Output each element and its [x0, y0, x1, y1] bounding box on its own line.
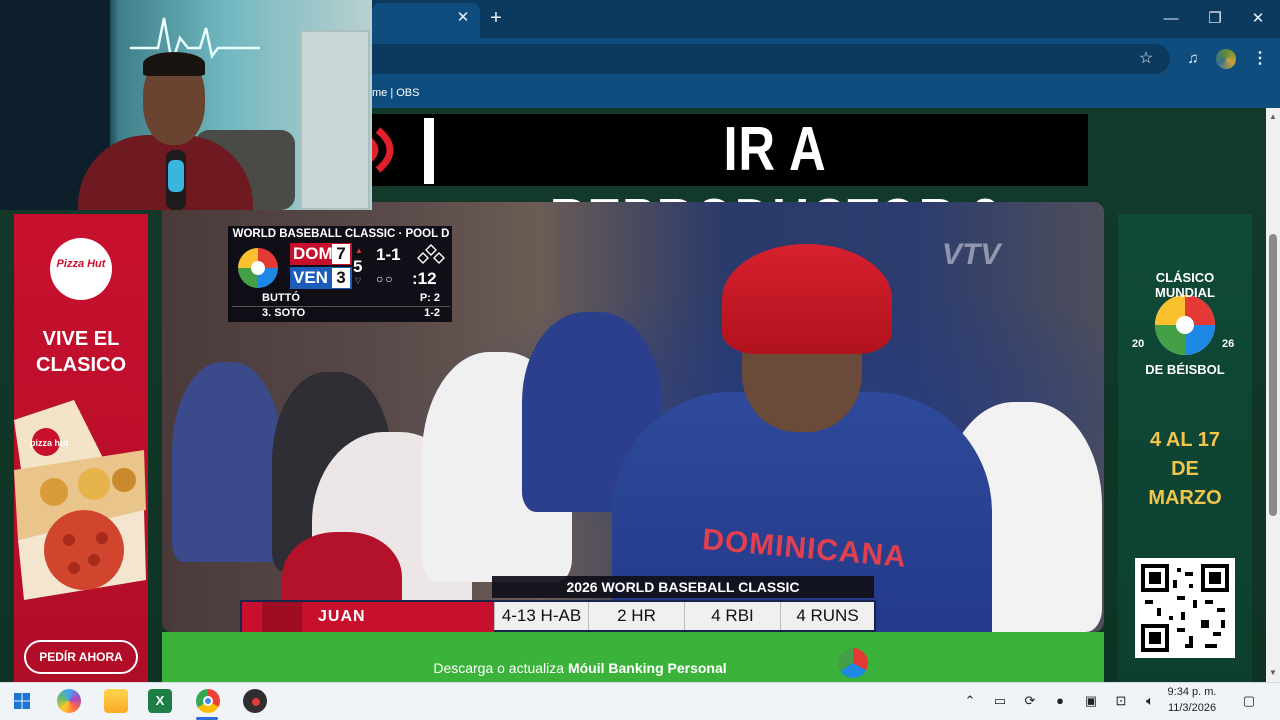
start-windows-icon[interactable] — [10, 689, 34, 713]
bank-ad-text-bold: Móuil Banking Personal — [567, 660, 727, 676]
browser-menu-icon[interactable]: ⋮ — [1250, 48, 1270, 70]
team-ven-name: VEN — [293, 268, 328, 287]
player-2-banner-text[interactable]: IR A REPRODUCTOR 2 — [525, 114, 1025, 256]
webcam-overlay — [0, 0, 372, 210]
sync-icon[interactable]: ⟳ — [1021, 692, 1039, 710]
maximize-button[interactable]: ❐ — [1204, 8, 1226, 30]
chevron-up-icon[interactable]: ⌃ — [961, 692, 979, 710]
team-ven-score: 3 — [332, 268, 350, 288]
ad-headline-line-2: CLASICO — [36, 354, 126, 376]
volume-icon[interactable]: 🔈︎ — [1141, 692, 1159, 710]
scrollbar-thumb[interactable] — [1269, 234, 1277, 516]
bookmark-obs[interactable]: me | OBS — [372, 87, 419, 99]
banner-divider — [424, 118, 434, 184]
broadcast-icon — [372, 114, 422, 186]
wbc-logo-bottom-text: DE BÉISBOL — [1145, 362, 1225, 377]
tab-close-icon[interactable]: ✕ — [455, 10, 471, 26]
wbc-mini-logo-center — [251, 261, 265, 275]
stat-hr: 2 HR — [588, 602, 684, 630]
ad-headline: VIVE EL CLASICO — [18, 326, 144, 378]
microphone-light — [168, 160, 184, 192]
pizza-hut-logo-text: Pizza Hut — [56, 258, 106, 270]
chat-icon[interactable]: ▢ — [1240, 692, 1258, 710]
microphone-icon[interactable]: ● — [1051, 692, 1069, 710]
taskbar-date[interactable]: 11/3/2026 — [1160, 702, 1224, 714]
streamer-hair — [143, 52, 205, 76]
scroll-up-icon[interactable]: ▲ — [1266, 112, 1280, 122]
bank-ad-text-plain: Descarga o actualiza — [433, 660, 565, 676]
file-explorer-icon[interactable] — [104, 689, 128, 713]
display-icon[interactable]: ▣ — [1082, 692, 1100, 710]
stat-rbi: 4 RBI — [684, 602, 780, 630]
scorebug-pitcher-row: BUTTÓ P: 2 — [232, 292, 450, 307]
outs-indicator: ○○ — [376, 272, 395, 286]
wbc-dates-line-2: DE — [1171, 458, 1199, 480]
wbc-dates-line-1: 4 AL 17 — [1149, 429, 1221, 451]
inning-bottom-arrow-icon: ▽ — [355, 276, 362, 285]
bookmark-star-icon[interactable]: ☆ — [1135, 48, 1157, 70]
team-dom-score: 7 — [332, 244, 350, 264]
pitcher-name: BUTTÓ — [262, 292, 300, 304]
new-tab-button[interactable]: + — [486, 8, 506, 28]
qr-code[interactable] — [1135, 558, 1235, 658]
team-logo-icon — [262, 602, 302, 632]
bank-logo — [838, 648, 868, 678]
fan-figure — [172, 362, 282, 562]
wbc-year-right: 26 — [1222, 338, 1235, 350]
profile-avatar[interactable] — [1216, 49, 1236, 69]
pizza-box-brand: pizza hut — [30, 438, 69, 448]
pitch-count: P: 2 — [419, 292, 440, 304]
lower-third-title: 2026 WORLD BASEBALL CLASSIC — [566, 579, 800, 595]
chrome-icon[interactable] — [196, 689, 220, 713]
network-icon[interactable]: ⊡ — [1112, 692, 1130, 710]
wbc-dates: 4 AL 17 DE MARZO — [1124, 426, 1246, 513]
team-dom-name: DOM — [293, 244, 333, 263]
scorebug-title: WORLD BASEBALL CLASSIC · POOL D — [232, 228, 450, 240]
copilot-icon[interactable] — [57, 689, 81, 713]
address-bar[interactable] — [372, 44, 1170, 74]
battery-icon[interactable]: ▭ — [991, 692, 1009, 710]
scorebug-batter-row: 3. SOTO 1-2 — [232, 307, 450, 322]
vtv-watermark: VTV — [942, 238, 1001, 271]
wbc-dates-line-3: MARZO — [1148, 487, 1222, 509]
obs-icon[interactable] — [243, 689, 267, 713]
order-now-button[interactable]: PEDÍR AHORA — [24, 640, 138, 674]
stat-hits: 4-13 H-AB — [494, 602, 588, 630]
media-control-icon[interactable]: ♫ — [1182, 48, 1204, 70]
stat-runs: 4 RUNS — [780, 602, 874, 630]
inning-number: 5 — [353, 257, 363, 276]
excel-icon[interactable]: X — [148, 689, 172, 713]
batter-today: 1-2 — [424, 307, 440, 319]
scroll-down-icon[interactable]: ▼ — [1266, 668, 1280, 678]
bank-ad-text[interactable]: Descarga o actualiza Móuil Banking Perso… — [330, 660, 830, 676]
bases-diamond-icon — [416, 244, 446, 264]
taskbar-time[interactable]: 9:34 p. m. — [1160, 686, 1224, 698]
player-helmet — [722, 244, 892, 354]
webcam-door — [300, 30, 370, 210]
ad-headline-line-1: VIVE EL — [42, 328, 120, 350]
close-button[interactable]: ✕ — [1247, 8, 1269, 30]
pitch-clock: :12 — [412, 269, 437, 288]
ball-strike-count: 1-1 — [376, 245, 401, 264]
wbc-logo-top-text: CLÁSICO MUNDIAL — [1155, 270, 1215, 300]
wbc-year-left: 20 — [1132, 338, 1145, 350]
pizza-box-image: pizza hut — [14, 400, 146, 610]
minimize-button[interactable]: — — [1160, 8, 1182, 30]
batter-name: 3. SOTO — [262, 307, 306, 319]
lower-third-player-name: JUAN — [318, 608, 366, 625]
inning-top-arrow-icon: ▲ — [355, 246, 363, 255]
